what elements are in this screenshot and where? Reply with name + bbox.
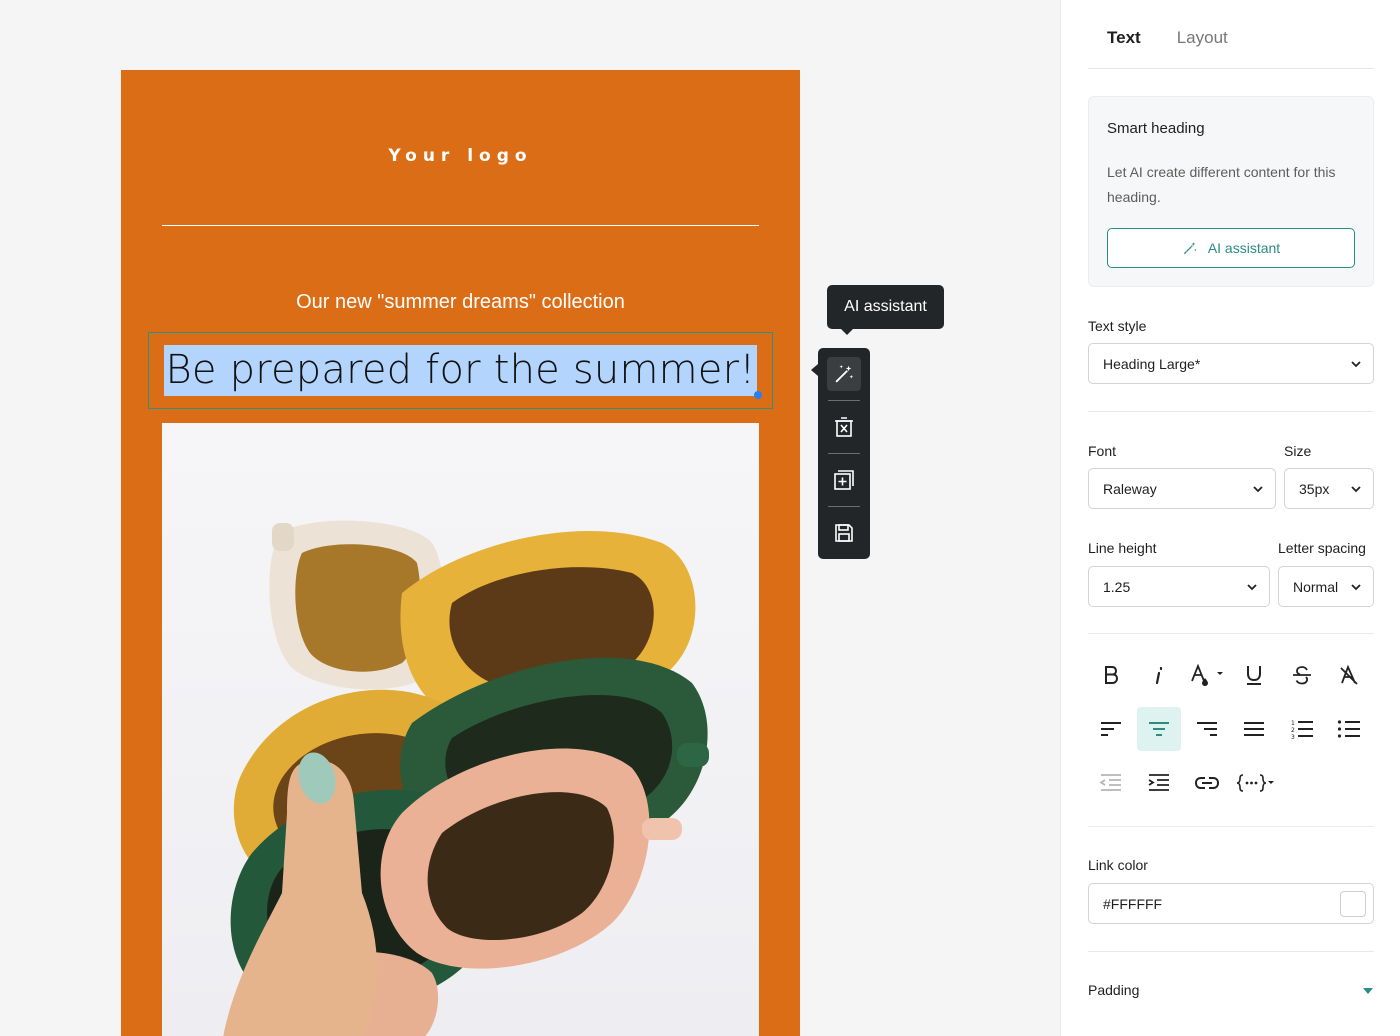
underline-button[interactable]: [1232, 653, 1276, 697]
align-left-icon: [1101, 722, 1121, 736]
line-height-value: 1.25: [1103, 578, 1131, 595]
chevron-down-icon: [1351, 584, 1361, 591]
block-toolbar: [811, 348, 870, 559]
chevron-down-icon: [1351, 361, 1361, 368]
smart-heading-description: Let AI create different content for this…: [1107, 164, 1336, 205]
indent-button[interactable]: [1137, 761, 1181, 805]
unordered-list-button[interactable]: [1327, 707, 1371, 751]
save-block-button[interactable]: [827, 516, 861, 550]
email-heading[interactable]: Be prepared for the summer!: [163, 345, 758, 396]
duplicate-block-button[interactable]: [827, 463, 861, 497]
section-divider: [1088, 951, 1374, 952]
panel-tabs: Text Layout: [1088, 28, 1374, 69]
svg-text:2: 2: [1291, 727, 1295, 734]
ordered-list-button[interactable]: 1 2 3: [1280, 707, 1324, 751]
font-select[interactable]: Raleway: [1088, 468, 1276, 509]
italic-icon: [1155, 666, 1163, 685]
merge-tags-button[interactable]: [1232, 761, 1280, 805]
line-height-label: Line height: [1088, 540, 1157, 556]
line-height-select[interactable]: 1.25: [1088, 566, 1270, 607]
section-divider: [1088, 826, 1374, 827]
toolbar-separator: [828, 453, 860, 454]
caret-down-icon: [1363, 988, 1373, 994]
outdent-button[interactable]: [1089, 761, 1133, 805]
text-style-select[interactable]: Heading Large*: [1088, 343, 1374, 384]
email-logo[interactable]: Your logo: [121, 146, 800, 166]
indent-icon: [1148, 774, 1169, 791]
text-style-value: Heading Large*: [1103, 355, 1201, 372]
properties-panel: Text Layout Smart heading Let AI create …: [1060, 0, 1400, 1036]
email-canvas: Your logo Our new "summer dreams" collec…: [121, 70, 800, 1036]
email-hero-image[interactable]: [162, 423, 759, 1036]
letter-spacing-label: Letter spacing: [1278, 540, 1366, 556]
font-value: Raleway: [1103, 480, 1157, 497]
smart-heading-card: Smart heading Let AI create different co…: [1088, 96, 1374, 287]
letter-spacing-select[interactable]: Normal: [1278, 566, 1374, 607]
link-icon: [1195, 777, 1219, 789]
tab-layout[interactable]: Layout: [1177, 28, 1228, 68]
link-color-label: Link color: [1088, 857, 1148, 873]
section-divider: [1088, 633, 1374, 634]
align-center-icon: [1149, 722, 1169, 736]
font-label: Font: [1088, 443, 1117, 459]
svg-text:3: 3: [1291, 734, 1295, 739]
magic-wand-icon: [835, 364, 854, 383]
heading-block-selected[interactable]: Be prepared for the summer!: [148, 332, 773, 409]
outdent-icon: [1100, 774, 1121, 791]
link-color-value: #FFFFFF: [1103, 895, 1163, 912]
sunglasses-illustration: [223, 520, 709, 1036]
toolbar-separator: [828, 506, 860, 507]
clear-format-icon: [1340, 664, 1358, 685]
align-center-button[interactable]: [1137, 707, 1181, 751]
ai-assistant-button-label: AI assistant: [1207, 240, 1281, 256]
divider: [162, 225, 759, 226]
size-value: 35px: [1299, 480, 1330, 497]
align-right-button[interactable]: [1185, 707, 1229, 751]
padding-label: Padding: [1088, 982, 1140, 998]
smart-heading-title: Smart heading: [1107, 120, 1205, 137]
save-icon: [835, 524, 853, 542]
letter-spacing-value: Normal: [1293, 578, 1339, 595]
padding-section-toggle[interactable]: Padding: [1088, 980, 1374, 1002]
italic-button[interactable]: [1137, 653, 1181, 697]
bold-button[interactable]: [1089, 653, 1133, 697]
link-button[interactable]: [1185, 761, 1229, 805]
unordered-list-icon: [1337, 720, 1360, 738]
text-style-label: Text style: [1088, 318, 1147, 334]
size-select[interactable]: 35px: [1284, 468, 1374, 509]
chevron-down-icon: [1253, 486, 1263, 493]
text-color-icon: [1191, 663, 1223, 686]
toolbar-separator: [828, 400, 860, 401]
link-color-swatch[interactable]: [1340, 891, 1366, 917]
size-label: Size: [1284, 443, 1312, 459]
strikethrough-button[interactable]: [1280, 653, 1324, 697]
align-right-icon: [1197, 722, 1217, 736]
tab-text[interactable]: Text: [1088, 28, 1141, 68]
chevron-down-icon: [1247, 584, 1257, 591]
ai-assistant-button[interactable]: AI assistant: [1107, 228, 1355, 268]
align-left-button[interactable]: [1089, 707, 1133, 751]
link-color-input[interactable]: #FFFFFF: [1088, 883, 1374, 924]
section-divider: [1088, 411, 1374, 412]
svg-text:1: 1: [1291, 720, 1295, 727]
strikethrough-icon: [1293, 666, 1311, 685]
text-color-button[interactable]: [1185, 653, 1229, 697]
resize-handle[interactable]: [754, 391, 762, 399]
clear-format-button[interactable]: [1327, 653, 1371, 697]
trash-icon: [835, 417, 853, 437]
ordered-list-icon: 1 2 3: [1291, 720, 1313, 739]
underline-icon: [1247, 666, 1261, 685]
merge-tags-icon: [1236, 774, 1274, 792]
email-subheading[interactable]: Our new "summer dreams" collection: [121, 291, 800, 314]
duplicate-icon: [834, 470, 854, 490]
bold-icon: [1105, 666, 1119, 684]
delete-block-button[interactable]: [827, 410, 861, 444]
chevron-down-icon: [1351, 486, 1361, 493]
justify-button[interactable]: [1232, 707, 1276, 751]
ai-assistant-tooltip: AI assistant: [827, 285, 944, 335]
magic-wand-icon: [1183, 242, 1197, 254]
ai-magic-button[interactable]: [827, 357, 861, 391]
justify-icon: [1244, 722, 1264, 736]
